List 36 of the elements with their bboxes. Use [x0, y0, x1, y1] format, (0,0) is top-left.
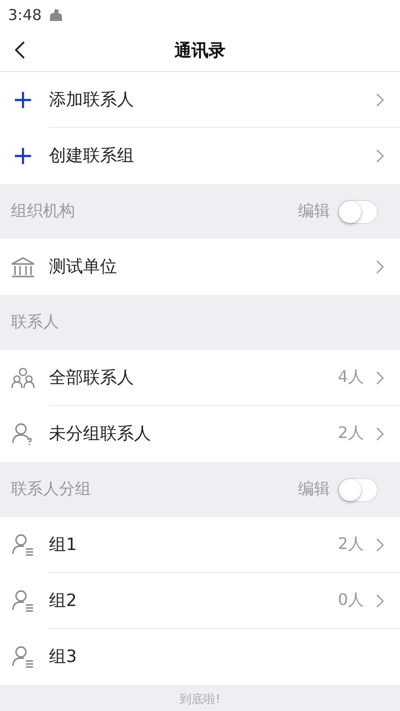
list-item[interactable]: 组1 2人: [0, 517, 400, 573]
list-item[interactable]: 组2 0人: [0, 573, 400, 629]
list-item[interactable]: 测试单位: [0, 239, 400, 295]
list-item[interactable]: 未分组联系人 2人: [0, 406, 400, 462]
item-count: 2人: [338, 423, 364, 444]
item-count: 2人: [338, 534, 364, 555]
item-label: 组1: [49, 534, 78, 556]
item-label: 添加联系人: [49, 89, 135, 111]
item-label: 创建联系组: [49, 145, 135, 167]
item-count: 0人: [338, 590, 364, 611]
item-count: 4人: [338, 367, 364, 388]
person-list-icon: [11, 533, 35, 557]
edit-toggle[interactable]: [338, 200, 378, 224]
item-label: 测试单位: [49, 256, 118, 278]
page-title: 通讯录: [174, 40, 226, 62]
person-list-icon: [11, 645, 35, 669]
end-of-list-text: 到底啦!: [180, 690, 220, 708]
list-item[interactable]: 组3: [0, 629, 400, 685]
item-label: 未分组联系人: [49, 423, 152, 445]
back-icon[interactable]: [14, 40, 26, 60]
list-item[interactable]: 添加联系人: [0, 72, 400, 128]
building-icon: [11, 256, 35, 278]
item-label: 全部联系人: [49, 367, 135, 389]
people-icon: [11, 367, 35, 389]
item-label: 组2: [49, 590, 78, 612]
edit-label: 编辑: [298, 201, 330, 222]
item-label: 组3: [49, 646, 78, 668]
section-title: 组织机构: [11, 201, 76, 222]
edit-toggle[interactable]: [338, 478, 378, 502]
section-title: 联系人分组: [11, 479, 92, 500]
section-title: 联系人: [11, 312, 60, 333]
list-item[interactable]: 全部联系人 4人: [0, 350, 400, 406]
list-item[interactable]: 创建联系组: [0, 128, 400, 184]
person-list-icon: [11, 589, 35, 613]
status-time: 3:48: [8, 6, 42, 24]
edit-label: 编辑: [298, 479, 330, 500]
